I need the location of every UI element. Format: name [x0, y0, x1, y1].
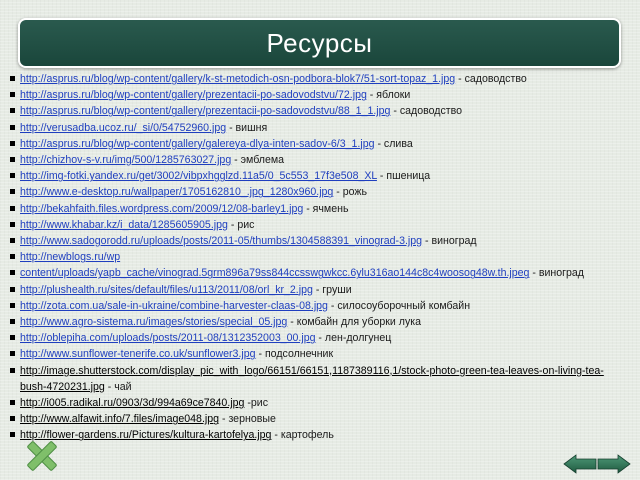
resource-link[interactable]: http://asprus.ru/blog/wp-content/gallery… [20, 73, 455, 85]
list-item: content/uploads/yapb_cache/vinograd.5grm… [10, 265, 630, 281]
resource-link[interactable]: http://oblepiha.com/uploads/posts/2011-0… [20, 332, 315, 344]
resource-link[interactable]: http://www.sadogorodd.ru/uploads/posts/2… [20, 235, 422, 247]
slide-title-banner: Ресурсы [18, 18, 621, 68]
list-item: http://asprus.ru/blog/wp-content/gallery… [10, 71, 630, 87]
resource-desc: - слива [374, 137, 413, 150]
list-item: http://plushealth.ru/sites/default/files… [10, 282, 630, 298]
resource-desc: - комбайн для уборки лука [287, 316, 422, 329]
resource-link[interactable]: http://verusadba.ucoz.ru/_si/0/54752960.… [20, 122, 226, 134]
list-item: http://chizhov-s-v.ru/img/500/1285763027… [10, 152, 630, 168]
resource-desc: - подсолнечник [255, 348, 334, 361]
resource-desc: - виноград [422, 235, 477, 248]
list-item: http://oblepiha.com/uploads/posts/2011-0… [10, 330, 630, 346]
resource-desc: - садоводство [390, 105, 462, 118]
resource-desc: - рожь [333, 186, 368, 199]
resource-desc: - ячмень [303, 202, 349, 215]
close-x-icon[interactable] [22, 440, 62, 472]
slide-title: Ресурсы [266, 27, 373, 58]
list-item: http://www.agro-sistema.ru/images/storie… [10, 314, 630, 330]
list-item: http://www.e-desktop.ru/wallpaper/170516… [10, 184, 630, 200]
close-x-icon-graphic [27, 441, 57, 471]
resource-desc: - зерновые [219, 413, 276, 426]
resource-link[interactable]: http://www.e-desktop.ru/wallpaper/170516… [20, 186, 333, 198]
resource-desc: - лен-долгунец [315, 332, 392, 345]
list-item: http://verusadba.ucoz.ru/_si/0/54752960.… [10, 120, 630, 136]
resource-desc: - пшеница [376, 170, 431, 183]
resource-desc: - картофель [271, 429, 334, 442]
resource-desc: - рис [227, 218, 255, 231]
resource-desc: - чай [104, 380, 132, 393]
list-item: http://asprus.ru/blog/wp-content/gallery… [10, 103, 630, 119]
resource-link[interactable]: http://newblogs.ru/wp [20, 251, 120, 263]
resource-link[interactable]: http://www.sunflower-tenerife.co.uk/sunf… [20, 348, 256, 360]
resource-link[interactable]: http://www.agro-sistema.ru/images/storie… [20, 316, 287, 328]
resource-desc: - силосоуборочный комбайн [327, 299, 471, 312]
resource-link[interactable]: http://i005.radikal.ru/0903/3d/994a69ce7… [20, 397, 244, 409]
list-item: http://www.khabar.kz/i_data/1285605905.j… [10, 217, 630, 233]
resource-link[interactable]: http://www.khabar.kz/i_data/1285605905.j… [20, 219, 228, 231]
resource-desc: - груши [312, 283, 352, 296]
resource-desc: -рис [244, 397, 268, 410]
resource-desc: - эмблема [231, 154, 285, 167]
nav-arrows-graphic [563, 454, 631, 474]
list-item: http://www.sunflower-tenerife.co.uk/sunf… [10, 346, 630, 362]
list-item: http://www.alfawit.info/7.files/image048… [10, 411, 630, 427]
list-item: http://zota.com.ua/sale-in-ukraine/combi… [10, 298, 630, 314]
resource-link[interactable]: http://bekahfaith.files.wordpress.com/20… [20, 203, 303, 215]
resource-link[interactable]: http://www.alfawit.info/7.files/image048… [20, 413, 219, 425]
resource-link[interactable]: http://asprus.ru/blog/wp-content/gallery… [20, 105, 390, 117]
nav-arrows-icon[interactable] [562, 453, 632, 475]
list-item: http://i005.radikal.ru/0903/3d/994a69ce7… [10, 395, 630, 411]
resource-desc: - виноград [529, 267, 584, 280]
resource-link[interactable]: http://img-fotki.yandex.ru/get/3002/vibp… [20, 170, 377, 182]
resource-desc: - вишня [226, 121, 268, 134]
resource-desc: - садоводство [455, 73, 527, 85]
list-item: http://www.sadogorodd.ru/uploads/posts/2… [10, 233, 630, 249]
list-item: http://asprus.ru/blog/wp-content/gallery… [10, 87, 630, 103]
resource-link[interactable]: http://chizhov-s-v.ru/img/500/1285763027… [20, 154, 231, 166]
resource-link[interactable]: content/uploads/yapb_cache/vinograd.5grm… [20, 267, 529, 279]
list-item: http://flower-gardens.ru/Pictures/kultur… [10, 427, 630, 443]
resource-link[interactable]: http://asprus.ru/blog/wp-content/gallery… [20, 138, 375, 150]
resource-list: http://asprus.ru/blog/wp-content/gallery… [10, 71, 630, 444]
list-item: http://bekahfaith.files.wordpress.com/20… [10, 201, 630, 217]
list-item: http://newblogs.ru/wp [10, 249, 630, 265]
list-item: http://img-fotki.yandex.ru/get/3002/vibp… [10, 168, 630, 184]
resource-link[interactable]: http://asprus.ru/blog/wp-content/gallery… [20, 89, 367, 101]
resource-link[interactable]: http://zota.com.ua/sale-in-ukraine/combi… [20, 300, 328, 312]
resource-desc: - яблоки [366, 89, 411, 102]
list-item: http://asprus.ru/blog/wp-content/gallery… [10, 136, 630, 152]
list-item: http://image.shutterstock.com/display_pi… [10, 363, 630, 395]
resource-link[interactable]: http://plushealth.ru/sites/default/files… [20, 284, 313, 296]
